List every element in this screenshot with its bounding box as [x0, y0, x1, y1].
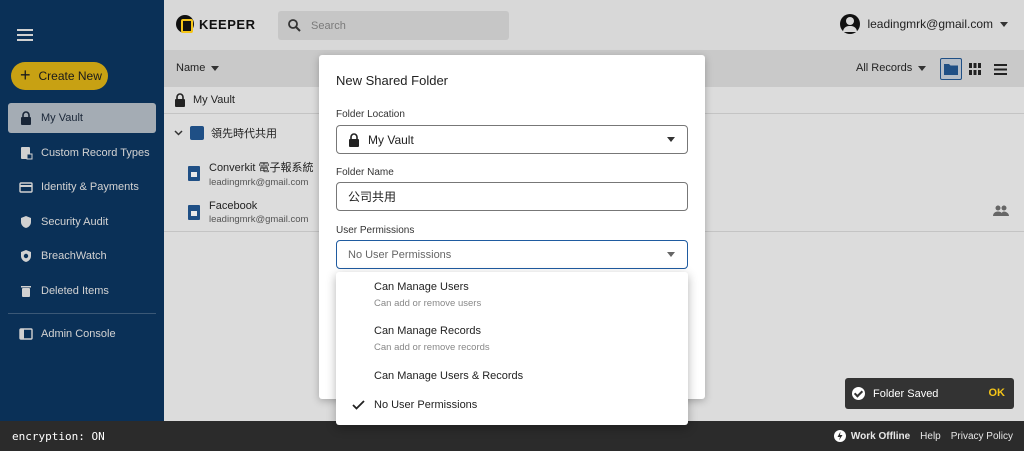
- user-permissions-select[interactable]: No User Permissions: [336, 240, 688, 269]
- footer: encryption: ON Work Offline Help Privacy…: [0, 421, 1024, 451]
- list-view-button[interactable]: [989, 58, 1011, 80]
- menu-item-title: Can Manage Records: [374, 325, 482, 337]
- menu-item-title: No User Permissions: [374, 399, 478, 411]
- grid-view-button[interactable]: [964, 58, 986, 80]
- shared-users-icon: [993, 205, 1009, 216]
- menu-item-title: Can Manage Users & Records: [374, 370, 524, 382]
- record-subtitle: leadingmrk@gmail.com: [209, 213, 309, 225]
- work-offline-label: Work Offline: [850, 430, 911, 442]
- overlay-dim: [0, 0, 164, 421]
- work-offline-link[interactable]: Work Offline: [833, 430, 911, 442]
- sort-by-name[interactable]: Name: [176, 62, 220, 74]
- menu-item-title: Can Manage Users: [374, 281, 469, 293]
- logo-text: KEEPER: [199, 16, 256, 32]
- record-icon: [188, 204, 200, 220]
- search-placeholder: Search: [311, 19, 346, 32]
- record-title: Converkit 電子報系統: [209, 161, 314, 174]
- folder-icon: [944, 64, 958, 75]
- header: KEEPER Search leadingmrk@gmail.com: [164, 0, 1024, 50]
- menu-item-no-user-permissions[interactable]: No User Permissions: [336, 399, 688, 411]
- records-filter[interactable]: All Records: [856, 62, 927, 74]
- check-circle-icon: [852, 387, 865, 400]
- check-icon: [352, 400, 365, 410]
- help-link[interactable]: Help: [920, 431, 941, 442]
- chevron-down-icon: [667, 252, 675, 257]
- chevron-down-icon: [1000, 21, 1008, 27]
- sort-label: Name: [176, 62, 206, 74]
- folder-name-value: 公司共用: [348, 190, 397, 204]
- account-menu[interactable]: leadingmrk@gmail.com: [840, 14, 1008, 34]
- lock-icon: [349, 132, 359, 147]
- menu-item-description: Can add or remove users: [374, 298, 482, 309]
- menu-item-can-manage-users-records[interactable]: Can Manage Users & Records: [336, 370, 688, 382]
- privacy-policy-link[interactable]: Privacy Policy: [951, 431, 1013, 442]
- vault-root-label: My Vault: [193, 94, 235, 106]
- folder-name-label: Folder Name: [336, 167, 394, 178]
- folder-name-input[interactable]: 公司共用: [336, 182, 688, 211]
- folder-location-label: Folder Location: [336, 109, 405, 120]
- folder-view-button[interactable]: [940, 58, 962, 80]
- user-permissions-value: No User Permissions: [348, 248, 452, 261]
- record-icon: [188, 165, 200, 181]
- folder-saved-toast: Folder Saved OK: [845, 378, 1014, 409]
- keeper-logo-icon: [176, 15, 194, 33]
- dialog-title: New Shared Folder: [336, 73, 448, 88]
- encryption-status: encryption: ON: [12, 430, 105, 443]
- toast-message: Folder Saved: [873, 387, 939, 400]
- bolt-icon: [833, 430, 846, 442]
- user-permissions-label: User Permissions: [336, 225, 415, 236]
- menu-item-description: Can add or remove records: [374, 342, 490, 353]
- avatar-icon: [840, 14, 861, 34]
- toast-ok-button[interactable]: OK: [989, 387, 1006, 399]
- menu-item-can-manage-records[interactable]: Can Manage Records Can add or remove rec…: [336, 325, 688, 353]
- chevron-down-icon[interactable]: [174, 130, 183, 136]
- chevron-down-icon: [667, 137, 675, 142]
- menu-item-can-manage-users[interactable]: Can Manage Users Can add or remove users: [336, 281, 688, 309]
- keeper-logo: KEEPER: [176, 15, 255, 33]
- folder-location-select[interactable]: My Vault: [336, 125, 688, 154]
- sidebar: + Create New My Vault Custom Record Type…: [0, 0, 164, 421]
- account-email: leadingmrk@gmail.com: [867, 17, 993, 31]
- grid-icon: [969, 63, 981, 75]
- shared-folder-icon: [190, 126, 204, 140]
- chevron-down-icon: [918, 65, 927, 71]
- folder-location-value: My Vault: [368, 132, 414, 147]
- list-icon: [993, 63, 1007, 75]
- filter-label: All Records: [856, 62, 913, 74]
- record-subtitle: leadingmrk@gmail.com: [209, 176, 309, 188]
- search-input[interactable]: Search: [278, 11, 509, 40]
- shared-folder-label: 領先時代共用: [211, 128, 277, 140]
- lock-icon: [175, 93, 185, 107]
- user-permissions-menu: Can Manage Users Can add or remove users…: [336, 272, 688, 425]
- chevron-down-icon: [211, 65, 220, 71]
- record-title: Facebook: [209, 199, 258, 212]
- search-icon: [288, 19, 301, 32]
